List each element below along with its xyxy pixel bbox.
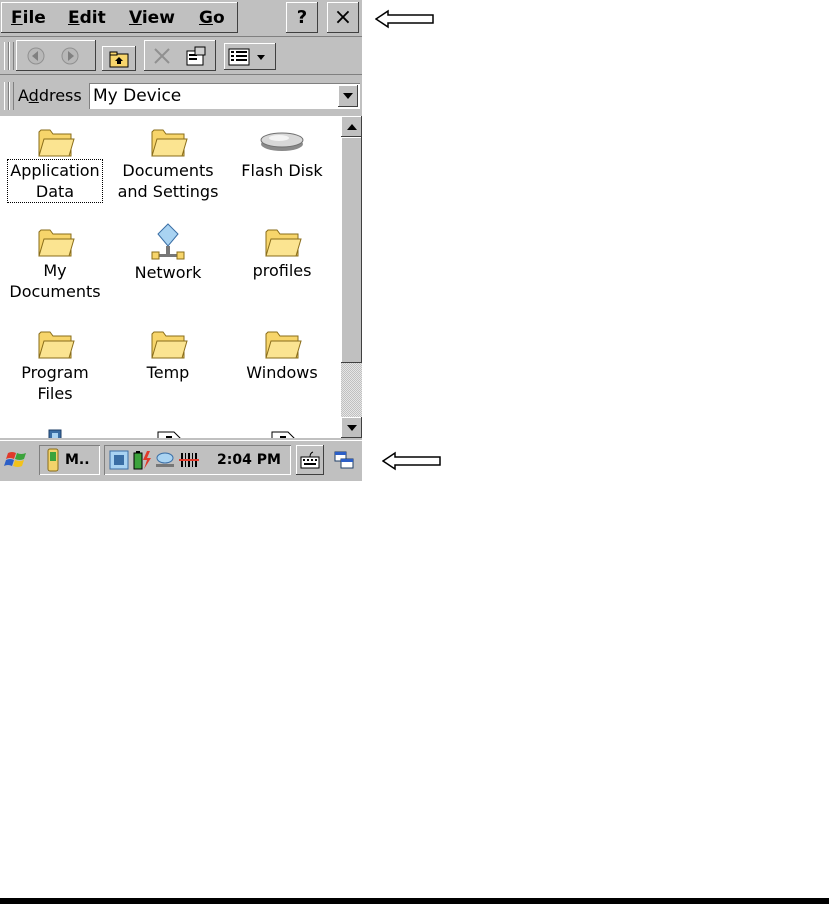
keyboard-button[interactable]: [296, 445, 324, 475]
chevron-down-icon: [346, 424, 357, 431]
folder-icon: [151, 129, 188, 157]
start-button[interactable]: [2, 445, 32, 475]
callout-arrow-bottom: [382, 451, 441, 471]
properties-button[interactable]: [182, 42, 210, 69]
document-icon: [271, 431, 295, 438]
file-label: Windows: [246, 363, 318, 382]
toolbar-grip-2: [9, 42, 14, 70]
file-label: profiles: [252, 261, 312, 280]
task-button-my-device[interactable]: M..: [39, 445, 100, 475]
file-label: Program Files: [21, 363, 89, 403]
connection-icon[interactable]: [108, 449, 130, 471]
properties-icon: [186, 46, 206, 65]
up-folder-icon: [109, 51, 129, 67]
network-tray-icon[interactable]: [154, 449, 176, 471]
nav-button-group: [16, 40, 96, 71]
keyboard-icon: [300, 451, 320, 469]
folder-icon: [38, 229, 75, 257]
device-screen: File Edit View Go ? × Address My Device …: [0, 0, 362, 481]
address-dropdown-button[interactable]: [338, 85, 358, 107]
file-list: Application Data Documents and Settings Fl…: [0, 116, 341, 438]
delete-icon: [154, 47, 170, 64]
file-item-network[interactable]: Network: [115, 222, 221, 283]
device-icon: [47, 448, 59, 472]
address-input[interactable]: My Device: [89, 83, 360, 109]
file-label: Temp: [146, 363, 190, 382]
flash-disk-icon: [260, 132, 304, 151]
help-button[interactable]: ?: [286, 2, 318, 33]
clock[interactable]: 2:04 PM: [217, 452, 281, 468]
forward-arrow-icon: [61, 47, 79, 64]
forward-button[interactable]: [56, 42, 84, 69]
task-label: M..: [65, 452, 90, 468]
folder-icon: [151, 331, 188, 359]
file-item-temp[interactable]: Temp: [115, 324, 221, 383]
back-button[interactable]: [22, 42, 50, 69]
folder-icon: [265, 331, 302, 359]
folder-icon: [38, 331, 75, 359]
file-label: My Documents: [9, 261, 101, 301]
battery-icon[interactable]: [131, 449, 153, 471]
delete-button[interactable]: [148, 42, 176, 69]
chevron-up-icon: [346, 123, 357, 130]
page-divider: [0, 898, 829, 904]
menu-view[interactable]: View: [129, 8, 175, 28]
windows-flag-icon: [4, 452, 26, 467]
menu-group: File Edit View Go: [1, 2, 238, 33]
up-folder-button[interactable]: [102, 46, 136, 71]
menu-file[interactable]: File: [11, 8, 46, 28]
view-button[interactable]: [224, 43, 276, 70]
file-item-windows[interactable]: Windows: [229, 324, 335, 383]
file-item-program-files[interactable]: Program Files: [2, 324, 108, 404]
file-item-profiles[interactable]: profiles: [229, 222, 335, 281]
file-item-documents-and-settings[interactable]: Documents and Settings: [115, 122, 221, 202]
system-tray: 2:04 PM: [104, 445, 291, 475]
file-item-document-1[interactable]: [115, 426, 221, 438]
scroll-thumb[interactable]: [341, 137, 362, 363]
scroll-down-button[interactable]: [341, 417, 362, 438]
folder-icon: [38, 129, 75, 157]
file-item-app-shortcut[interactable]: [2, 426, 108, 438]
file-item-flash-disk[interactable]: Flash Disk: [229, 122, 335, 181]
taskbar: M.. 2:04 PM: [0, 440, 362, 481]
toolbar: [0, 38, 362, 75]
file-item-my-documents[interactable]: My Documents: [2, 222, 108, 302]
chevron-down-icon: [343, 93, 353, 99]
document-icon: [157, 431, 181, 438]
back-arrow-icon: [27, 47, 45, 64]
view-details-icon: [228, 48, 265, 65]
address-label: Address: [18, 86, 82, 105]
file-label: Flash Disk: [241, 161, 323, 180]
network-icon: [151, 223, 185, 260]
file-label: Application Data: [7, 159, 103, 203]
address-value: My Device: [93, 86, 182, 106]
file-item-application-data[interactable]: Application Data: [2, 122, 108, 203]
app-shortcut-icon: [48, 429, 62, 438]
show-desktop-icon: [334, 451, 354, 469]
callout-arrow-top: [375, 9, 434, 29]
address-bar: Address My Device: [0, 78, 362, 114]
folder-icon: [265, 229, 302, 257]
close-button[interactable]: ×: [327, 2, 359, 33]
file-label: Network: [134, 263, 202, 282]
vertical-scrollbar[interactable]: [341, 116, 362, 438]
file-label: Documents and Settings: [117, 161, 219, 201]
menu-bar: File Edit View Go ? ×: [0, 0, 362, 37]
barcode-icon[interactable]: [179, 449, 201, 471]
menu-go[interactable]: Go: [199, 8, 225, 28]
scroll-up-button[interactable]: [341, 116, 362, 137]
address-grip-2: [9, 82, 14, 110]
file-item-document-2[interactable]: [229, 426, 335, 438]
edit-button-group: [144, 40, 216, 71]
show-desktop-button[interactable]: [330, 445, 358, 475]
menu-edit[interactable]: Edit: [68, 8, 106, 28]
